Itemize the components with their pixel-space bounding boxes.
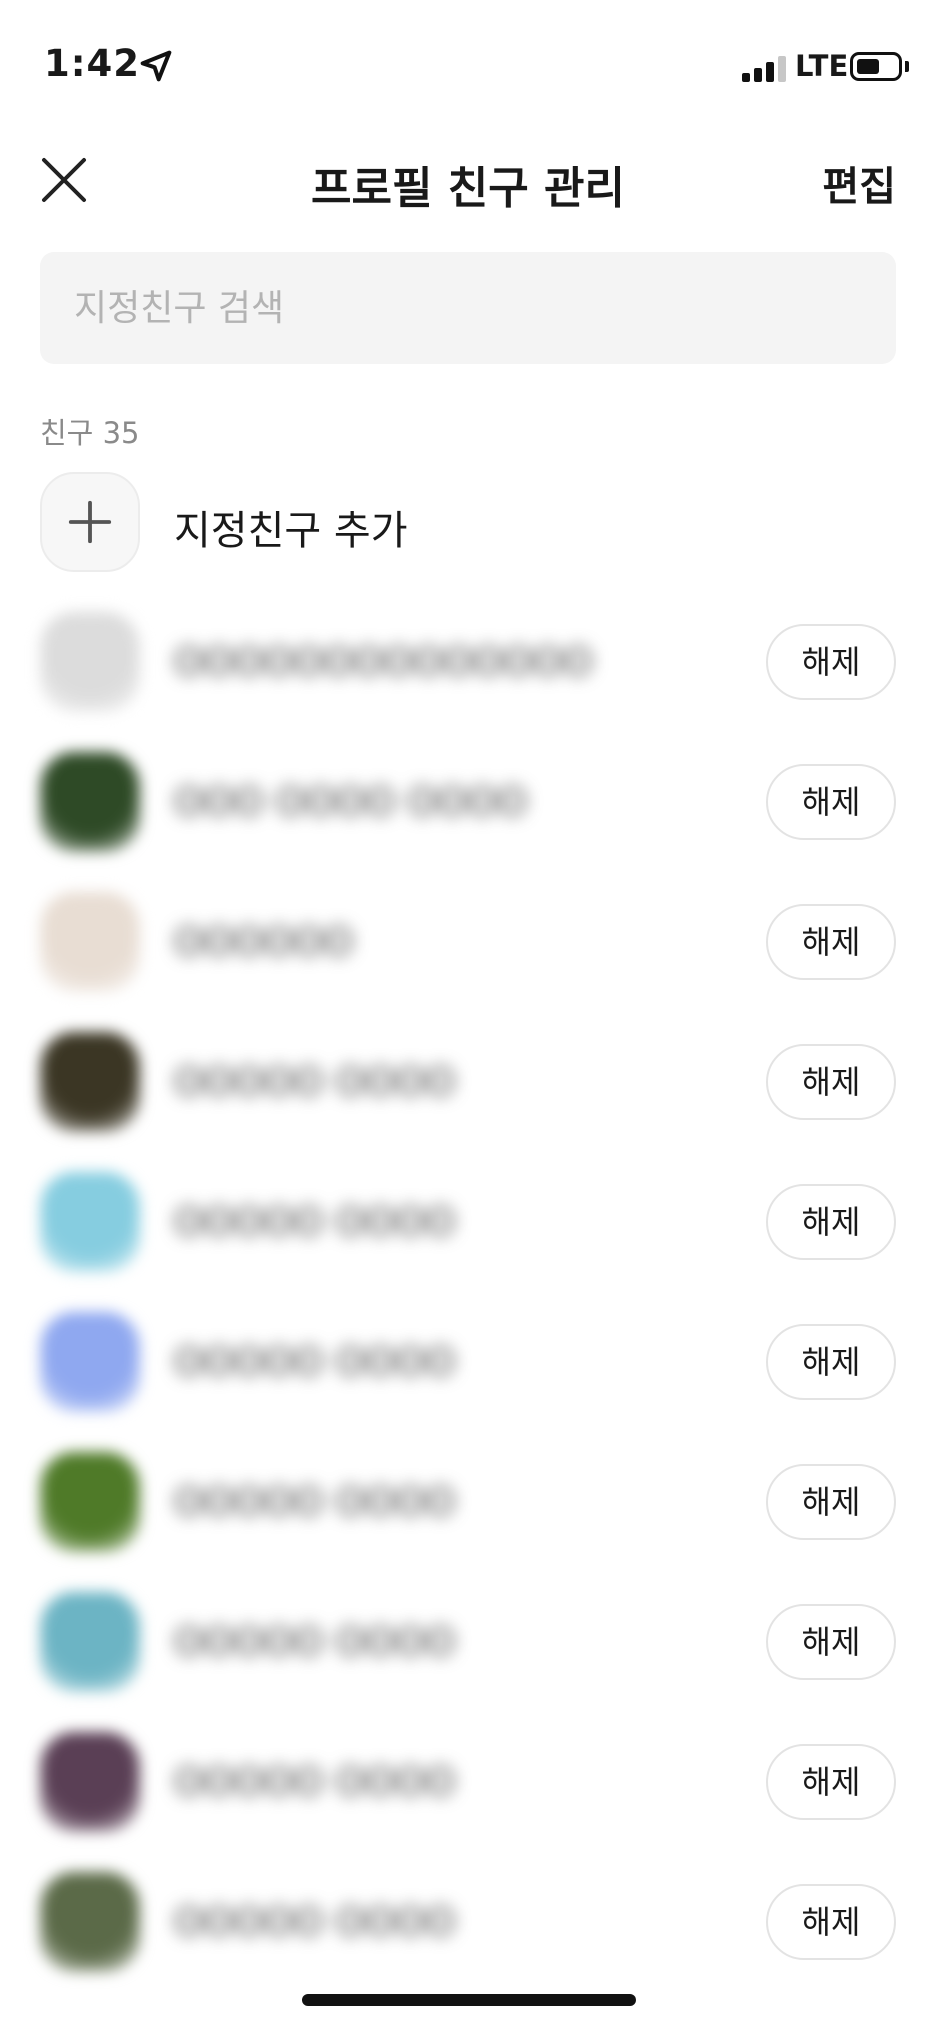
add-friend-label: 지정친구 추가 bbox=[174, 508, 408, 554]
nav-bar: 프로필 친구 관리 편집 bbox=[0, 130, 936, 230]
release-button[interactable]: 해제 bbox=[766, 1324, 896, 1400]
location-arrow-icon bbox=[140, 50, 172, 82]
page-title: 프로필 친구 관리 bbox=[311, 163, 625, 214]
status-bar: 1:42 LTE bbox=[0, 0, 936, 130]
battery-tip bbox=[905, 61, 909, 72]
avatar bbox=[40, 1032, 140, 1132]
add-designated-friend-row[interactable]: 지정친구 추가 bbox=[40, 472, 896, 574]
cellular-signal-icon bbox=[742, 56, 786, 82]
friend-row[interactable]: OOOOO OOOO 해제 bbox=[40, 1452, 896, 1554]
plus-icon bbox=[68, 500, 112, 544]
avatar bbox=[40, 752, 140, 852]
search-input[interactable] bbox=[40, 252, 896, 364]
friend-name: OOOOO OOOO bbox=[174, 1060, 456, 1104]
release-button[interactable]: 해제 bbox=[766, 1464, 896, 1540]
avatar bbox=[40, 892, 140, 992]
release-button[interactable]: 해제 bbox=[766, 1744, 896, 1820]
avatar bbox=[40, 1452, 140, 1552]
friend-name: OOOOO OOOO bbox=[174, 1200, 456, 1244]
avatar bbox=[40, 1592, 140, 1692]
friend-name: OOOOO OOOO bbox=[174, 1340, 456, 1384]
avatar bbox=[40, 1872, 140, 1972]
friend-row[interactable]: OOOOO OOOO 해제 bbox=[40, 1872, 896, 1974]
friend-row[interactable]: OOOOOO 해제 bbox=[40, 892, 896, 994]
battery-icon bbox=[850, 52, 902, 81]
friend-name: OOOOOOOOOOOOOO bbox=[174, 640, 593, 684]
friend-name: OOOOO OOOO bbox=[174, 1900, 456, 1944]
friend-name: OOOOO OOOO bbox=[174, 1620, 456, 1664]
release-button[interactable]: 해제 bbox=[766, 624, 896, 700]
friend-row[interactable]: OOOOO OOOO 해제 bbox=[40, 1172, 896, 1274]
status-time: 1:42 bbox=[44, 42, 141, 85]
release-button[interactable]: 해제 bbox=[766, 1604, 896, 1680]
friend-row[interactable]: OOO OOOO OOOO 해제 bbox=[40, 752, 896, 854]
friend-count-label: 친구 35 bbox=[40, 416, 140, 450]
add-box bbox=[40, 472, 140, 572]
release-button[interactable]: 해제 bbox=[766, 1884, 896, 1960]
release-button[interactable]: 해제 bbox=[766, 904, 896, 980]
friend-name: OOOOOO bbox=[174, 920, 354, 964]
friend-row[interactable]: OOOOO OOOO 해제 bbox=[40, 1032, 896, 1134]
avatar bbox=[40, 1172, 140, 1272]
avatar bbox=[40, 1312, 140, 1412]
release-button[interactable]: 해제 bbox=[766, 1184, 896, 1260]
friend-name: OOO OOOO OOOO bbox=[174, 780, 528, 824]
network-type: LTE bbox=[795, 49, 849, 83]
friend-name: OOOOO OOOO bbox=[174, 1760, 456, 1804]
avatar bbox=[40, 612, 140, 712]
avatar bbox=[40, 1732, 140, 1832]
home-indicator bbox=[302, 1994, 636, 2006]
edit-button[interactable]: 편집 bbox=[822, 154, 896, 212]
friend-name: OOOOO OOOO bbox=[174, 1480, 456, 1524]
friend-row[interactable]: OOOOO OOOO 해제 bbox=[40, 1312, 896, 1414]
release-button[interactable]: 해제 bbox=[766, 764, 896, 840]
release-button[interactable]: 해제 bbox=[766, 1044, 896, 1120]
friend-row[interactable]: OOOOO OOOO 해제 bbox=[40, 1732, 896, 1834]
friend-row[interactable]: OOOOOOOOOOOOOO 해제 bbox=[40, 612, 896, 714]
friend-row[interactable]: OOOOO OOOO 해제 bbox=[40, 1592, 896, 1694]
